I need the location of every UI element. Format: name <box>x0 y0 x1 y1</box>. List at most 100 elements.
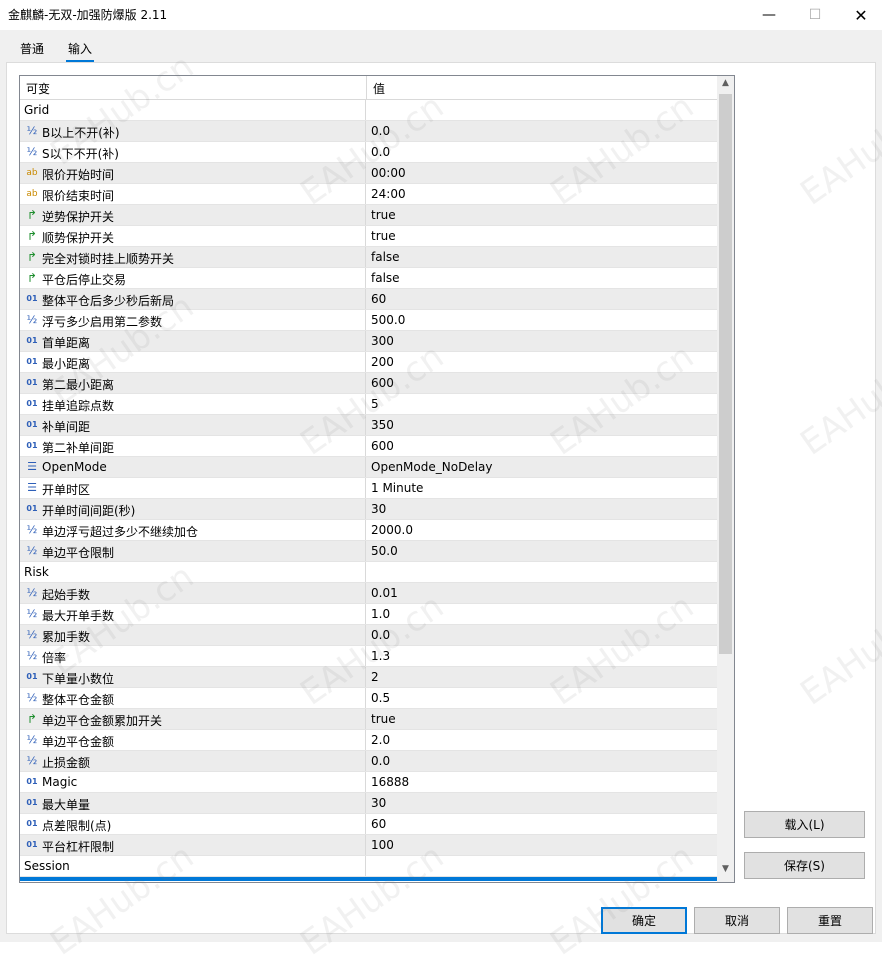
close-button[interactable]: ✕ <box>838 0 882 30</box>
row-label: 单边平仓金额累加开关 <box>42 714 163 728</box>
column-divider[interactable] <box>366 76 367 100</box>
load-button[interactable]: 载入(L) <box>744 811 865 838</box>
table-row[interactable]: ☰ OpenMode OpenMode_NoDelay <box>20 457 717 478</box>
row-value[interactable]: 2.0 <box>371 733 390 747</box>
name-cell: 01 第二补单间距 <box>20 436 366 456</box>
table-row[interactable]: ½ B以上不开(补) 0.0 <box>20 121 717 142</box>
table-row[interactable]: ↱ 逆势保护开关 true <box>20 205 717 226</box>
table-row[interactable]: ½ 单边浮亏超过多少不继续加仓 2000.0 <box>20 520 717 541</box>
row-value[interactable]: 5 <box>371 397 379 411</box>
row-value[interactable]: true <box>371 208 396 222</box>
row-value[interactable]: 1.3 <box>371 649 390 663</box>
tab-common[interactable]: 普通 <box>20 40 44 57</box>
integer-type-icon: 01 <box>26 336 38 345</box>
row-value[interactable]: 1.0 <box>371 607 390 621</box>
row-value[interactable]: 500.0 <box>371 313 405 327</box>
row-label: B以上不开(补) <box>42 126 120 140</box>
row-value[interactable]: true <box>371 712 396 726</box>
bool-type-icon: ↱ <box>26 271 38 285</box>
row-value[interactable]: 200 <box>371 355 394 369</box>
save-button[interactable]: 保存(S) <box>744 852 865 879</box>
table-row[interactable]: ½ 累加手数 0.0 <box>20 625 717 646</box>
table-row[interactable]: 01 补单间距 350 <box>20 415 717 436</box>
section-row[interactable]: Grid <box>20 100 717 121</box>
integer-type-icon: 01 <box>26 399 38 408</box>
row-value[interactable]: 0.5 <box>371 691 390 705</box>
ok-button[interactable]: 确定 <box>601 907 687 934</box>
table-row[interactable]: ↱ 完全对锁时挂上顺势开关 false <box>20 247 717 268</box>
table-row[interactable]: ½ 最大开单手数 1.0 <box>20 604 717 625</box>
vertical-scrollbar[interactable]: ▲ ▼ <box>717 76 734 882</box>
reset-button[interactable]: 重置 <box>787 907 873 934</box>
tab-inputs[interactable]: 输入 <box>68 40 92 57</box>
table-row[interactable]: 01 第二最小距离 600 <box>20 373 717 394</box>
row-value[interactable]: 50.0 <box>371 544 398 558</box>
section-row[interactable]: Session <box>20 856 717 877</box>
row-value[interactable]: 600 <box>371 439 394 453</box>
table-row[interactable]: 01 下单量小数位 2 <box>20 667 717 688</box>
table-row[interactable]: ½ 浮亏多少启用第二参数 500.0 <box>20 310 717 331</box>
row-value[interactable]: 100 <box>371 838 394 852</box>
maximize-button[interactable]: ☐ <box>792 0 838 30</box>
minimize-button[interactable]: — <box>746 0 792 30</box>
row-value[interactable]: false <box>371 271 400 285</box>
table-row[interactable]: 01 开单时间间距(秒) 30 <box>20 499 717 520</box>
table-row[interactable]: ½ 单边平仓限制 50.0 <box>20 541 717 562</box>
row-value[interactable]: 16888 <box>371 775 409 789</box>
name-cell: ½ 整体平仓金额 <box>20 688 366 708</box>
row-value[interactable]: OpenMode_NoDelay <box>371 460 492 474</box>
scroll-thumb[interactable] <box>719 94 732 654</box>
table-row[interactable]: 01 第二补单间距 600 <box>20 436 717 457</box>
row-value[interactable]: 300 <box>371 334 394 348</box>
table-row[interactable]: ↱ 单边平仓金额累加开关 true <box>20 709 717 730</box>
section-row[interactable]: Risk <box>20 562 717 583</box>
table-row[interactable]: ↱ 平仓后停止交易 false <box>20 268 717 289</box>
table-row[interactable]: ½ 单边平仓金额 2.0 <box>20 730 717 751</box>
row-label: Session <box>24 859 70 873</box>
row-value[interactable]: 600 <box>371 376 394 390</box>
row-value[interactable]: 2000.0 <box>371 523 413 537</box>
integer-type-icon: 01 <box>26 777 38 786</box>
table-row[interactable]: ½ 止损金额 0.0 <box>20 751 717 772</box>
table-row[interactable]: ↱ 顺势保护开关 true <box>20 226 717 247</box>
table-row[interactable]: ☰ 开单时区 1 Minute <box>20 478 717 499</box>
cancel-button[interactable]: 取消 <box>694 907 780 934</box>
table-row[interactable]: ½ 倍率 1.3 <box>20 646 717 667</box>
row-value[interactable]: 0.0 <box>371 124 390 138</box>
scroll-down-icon[interactable]: ▼ <box>717 864 734 878</box>
table-row[interactable]: 01 平台杠杆限制 100 <box>20 835 717 856</box>
row-value[interactable]: 0.0 <box>371 145 390 159</box>
row-value[interactable]: true <box>371 229 396 243</box>
table-row[interactable]: ½ S以下不开(补) 0.0 <box>20 142 717 163</box>
row-value[interactable]: 00:00 <box>371 166 406 180</box>
row-value[interactable]: 30 <box>371 502 386 516</box>
row-value[interactable]: false <box>371 250 400 264</box>
table-row[interactable]: 01 最小距离 200 <box>20 352 717 373</box>
row-value[interactable]: 2 <box>371 670 379 684</box>
row-value[interactable]: 0.01 <box>371 586 398 600</box>
row-value[interactable]: 0.0 <box>371 754 390 768</box>
row-value[interactable]: 350 <box>371 418 394 432</box>
table-row[interactable]: ½ 起始手数 0.01 <box>20 583 717 604</box>
table-row[interactable]: 01 点差限制(点) 60 <box>20 814 717 835</box>
table-row[interactable]: 01 最大单量 30 <box>20 793 717 814</box>
table-row[interactable]: 01 挂单追踪点数 5 <box>20 394 717 415</box>
row-value[interactable]: 1 Minute <box>371 481 423 495</box>
table-row[interactable]: ab 限价开始时间 00:00 <box>20 163 717 184</box>
row-label: Grid <box>24 103 50 117</box>
table-row[interactable]: 01 首单距离 300 <box>20 331 717 352</box>
name-cell: ½ B以上不开(补) <box>20 121 366 141</box>
table-row[interactable]: 01 Magic 16888 <box>20 772 717 793</box>
row-value[interactable]: 60 <box>371 817 386 831</box>
row-value[interactable]: 30 <box>371 796 386 810</box>
table-row[interactable]: 01 整体平仓后多少秒后新局 60 <box>20 289 717 310</box>
row-value[interactable]: 0.0 <box>371 628 390 642</box>
enum-type-icon: ☰ <box>27 481 37 494</box>
row-value[interactable]: 60 <box>371 292 386 306</box>
scroll-up-icon[interactable]: ▲ <box>717 78 734 92</box>
column-header-variable[interactable]: 可变 <box>26 80 50 97</box>
column-header-value[interactable]: 值 <box>373 80 385 97</box>
table-row[interactable]: ab 限价结束时间 24:00 <box>20 184 717 205</box>
row-value[interactable]: 24:00 <box>371 187 406 201</box>
table-row[interactable]: ½ 整体平仓金额 0.5 <box>20 688 717 709</box>
